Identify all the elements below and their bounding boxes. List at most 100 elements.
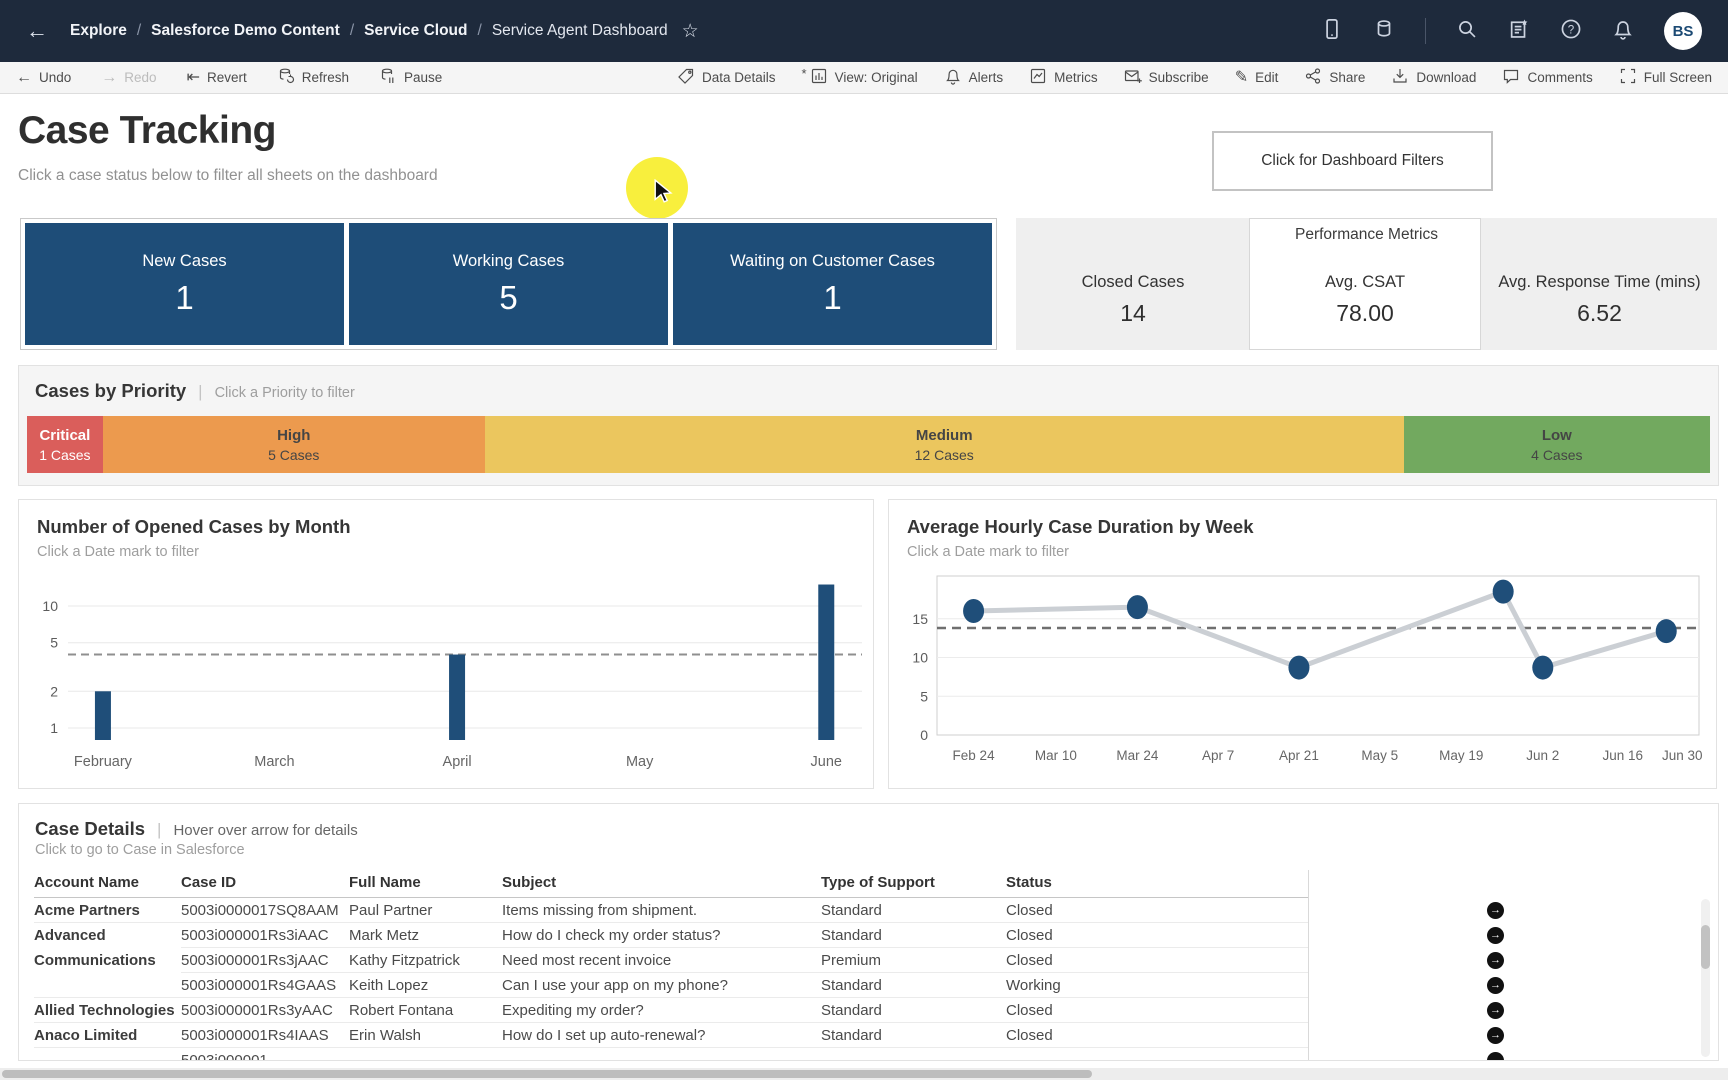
cell-account: Anaco Limited [34,1023,181,1048]
case-duration-by-week-panel: Average Hourly Case Duration by Week Cli… [888,499,1717,789]
svg-text:Jun 2: Jun 2 [1526,748,1559,763]
back-arrow-icon[interactable]: ← [26,18,48,44]
closed-cases-metric: Closed Cases 14 [1081,273,1185,326]
svg-text:15: 15 [912,611,928,627]
metrics-button[interactable]: Metrics [1029,67,1098,88]
help-icon[interactable]: ? [1560,18,1582,45]
view-original-button[interactable]: * View: Original [802,66,918,88]
svg-text:Apr 7: Apr 7 [1202,748,1234,763]
case-link-arrow-icon[interactable]: → [1487,952,1504,969]
alerts-button[interactable]: Alerts [944,67,1003,88]
cell-account [34,1048,181,1060]
table-row[interactable]: Acme Partners 5003i0000017SQ8AAM Paul Part… [34,898,1698,923]
edit-button[interactable]: ✎ Edit [1235,69,1279,86]
refresh-button[interactable]: Refresh [277,67,349,88]
table-row[interactable]: 5003i000001... → [34,1048,1698,1060]
card-label: Working Cases [452,251,565,270]
table-scrollbar-thumb[interactable] [1701,925,1710,969]
subscribe-button[interactable]: Subscribe [1124,67,1209,88]
point-may-26[interactable] [1492,579,1514,604]
cell-full-name: Erin Walsh [349,1023,502,1048]
table-row[interactable]: 5003i000001Rs4GAAS Keith Lopez Can I use y… [34,973,1698,998]
priority-segment-high[interactable]: High 5 Cases [102,416,485,473]
undo-button[interactable]: ← Undo [16,69,71,86]
priority-panel-hint: Click a Priority to filter [214,385,355,401]
data-source-icon[interactable] [1373,18,1395,45]
table-row[interactable]: Advanced 5003i000001Rs3iAAC Mark Metz How d… [34,923,1698,948]
case-link-arrow-icon[interactable]: → [1487,927,1504,944]
revert-button[interactable]: ⇤ Revert [187,69,247,86]
share-button[interactable]: Share [1304,67,1365,88]
breadcrumb-project[interactable]: Salesforce Demo Content [151,22,340,40]
case-details-panel: Case Details | Hover over arrow for deta… [18,803,1719,1061]
breadcrumb-explore[interactable]: Explore [70,22,127,40]
case-link-arrow-icon[interactable]: → [1487,1027,1504,1044]
topnav-right-icons: ? BS [1321,12,1702,50]
cell-type: Standard [821,1023,1006,1048]
case-link-arrow-icon[interactable]: → [1487,1002,1504,1019]
data-details-button[interactable]: Data Details [677,67,776,88]
redo-button[interactable]: → Redo [101,69,156,86]
breadcrumb-current-view: Service Agent Dashboard [491,22,668,39]
pause-button[interactable]: Pause [379,67,442,88]
priority-panel-title: Cases by Priority [35,380,187,401]
point-mar-24[interactable] [1126,595,1148,620]
cell-status [1006,1048,1308,1060]
top-navigation-bar: ← Explore / Salesforce Demo Content / Se… [0,0,1728,62]
arrow-cell: → [1308,948,1682,973]
horizontal-scrollbar-thumb[interactable] [2,1070,1092,1078]
download-icon [1391,67,1409,88]
bar-june[interactable] [818,584,835,740]
download-button[interactable]: Download [1391,67,1476,88]
table-row[interactable]: Communications 5003i000001Rs3jAAC Kathy Fi… [34,948,1698,973]
priority-bar: Critical 1 Cases High 5 Cases Medium 12 Cases… [27,416,1710,473]
table-row[interactable]: Allied Technologies 5003i000001Rs3yAAC Rob… [34,998,1698,1023]
opened-cases-bar-chart[interactable]: 1 2 5 10 February March April May June [20,570,872,783]
case-duration-line-chart[interactable]: 0 5 10 15 Feb 24 Mar 10 Mar 24 Apr 7 Apr 21 May 5… [890,570,1716,781]
horizontal-scrollbar[interactable] [0,1068,1728,1080]
priority-segment-low[interactable]: Low 4 Cases [1403,416,1710,473]
case-link-arrow-icon[interactable]: → [1487,977,1504,994]
whats-new-document-icon[interactable] [1508,18,1530,45]
card-value: 1 [823,278,842,316]
new-cases-card[interactable]: New Cases 1 [25,223,344,345]
case-table: Account Name Case ID Full Name Subject T… [34,870,1698,1060]
priority-segment-critical[interactable]: Critical 1 Cases [27,416,103,473]
notifications-bell-icon[interactable] [1612,18,1634,45]
card-value: 1 [175,278,194,316]
point-feb-24[interactable] [963,599,985,623]
table-row[interactable]: Anaco Limited 5003i000001Rs4IAAS Erin Wals… [34,1023,1698,1048]
table-vertical-scrollbar[interactable] [1701,899,1710,1057]
cell-case-id: 5003i000001Rs3yAAC [181,998,349,1023]
cell-type [821,1048,1006,1060]
bar-february[interactable] [94,691,111,740]
search-icon[interactable] [1456,18,1478,45]
avg-response-time-metric: Avg. Response Time (mins) 6.52 [1498,273,1701,326]
point-apr-21[interactable] [1288,655,1310,680]
svg-text:5: 5 [920,688,928,704]
breadcrumb-workbook[interactable]: Service Cloud [364,22,467,40]
priority-segment-medium[interactable]: Medium 12 Cases [484,416,1404,473]
cell-full-name: Mark Metz [349,923,502,948]
bar-chart-hint: Click a Date mark to filter [37,544,199,560]
bar-april[interactable] [449,654,466,740]
device-preview-icon[interactable] [1321,18,1343,45]
working-cases-card[interactable]: Working Cases 5 [349,223,668,345]
svg-text:March: March [254,754,294,770]
bar-chart-title: Number of Opened Cases by Month [37,516,351,537]
point-jun-23[interactable] [1655,619,1677,644]
arrow-cell: → [1308,973,1682,998]
favorite-star-icon[interactable]: ☆ [682,20,699,43]
comments-button[interactable]: Comments [1502,67,1593,88]
point-jun-2[interactable] [1532,655,1554,680]
case-link-arrow-icon[interactable]: → [1487,902,1504,919]
dashboard-filters-button[interactable]: Click for Dashboard Filters [1212,131,1493,191]
waiting-on-customer-cases-card[interactable]: Waiting on Customer Cases 1 [673,223,992,345]
cell-status: Closed [1006,923,1308,948]
user-avatar[interactable]: BS [1664,12,1702,50]
cell-case-id: 5003i000001Rs3jAAC [181,948,349,973]
case-link-arrow-icon[interactable]: → [1487,1052,1504,1060]
dashboard-title: Case Tracking [18,109,276,152]
full-screen-button[interactable]: Full Screen [1619,67,1712,88]
toolbar-left-group: ← Undo → Redo ⇤ Revert Refresh Pause [16,67,442,88]
